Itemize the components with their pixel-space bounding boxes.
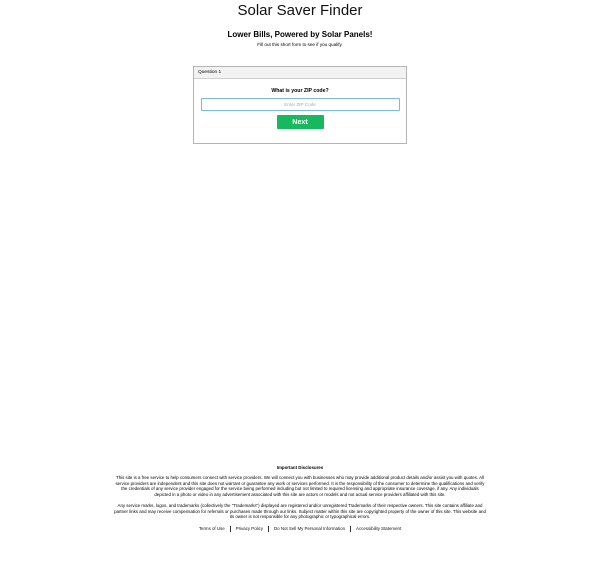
zip-code-input[interactable] [200,98,400,111]
quiz-form-card: Question 1 What is your ZIP code? Next [193,66,407,144]
terms-of-use-link[interactable]: Terms of Use [194,526,230,531]
site-title: Solar Saver Finder [237,2,363,19]
footer-links: Terms of Use Privacy Policy Do Not Sell … [114,525,486,532]
do-not-sell-link[interactable]: Do Not Sell My Personal Information [269,526,350,531]
question-step-label: Question 1 [194,67,406,79]
hero-headline: Lower Bills, Powered by Solar Panels! [227,30,373,39]
disclosure-paragraph: This site is a free service to help cons… [115,475,485,497]
disclosures-title: Important Disclosures [276,465,324,470]
accessibility-statement-link[interactable]: Accessibility Statement [351,526,406,531]
question-text: What is your ZIP code? [271,88,329,94]
next-button[interactable]: Next [276,115,324,129]
trademark-paragraph: Any service marks, logos, and trademarks… [114,503,486,519]
privacy-policy-link[interactable]: Privacy Policy [231,526,268,531]
hero-subhead: Fill out this short form to see if you q… [257,42,343,47]
footer: Important Disclosures This site is a fre… [114,465,486,532]
